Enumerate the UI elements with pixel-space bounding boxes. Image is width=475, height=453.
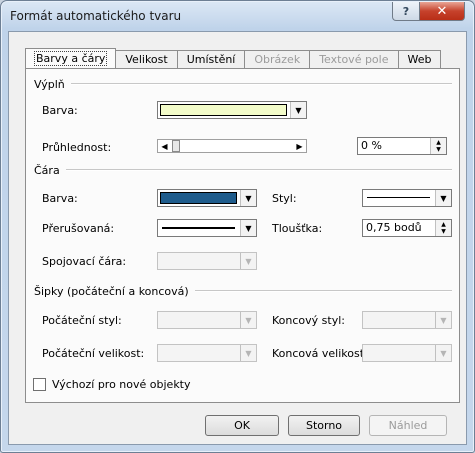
line-weight-value: 0,75 bodů (366, 221, 422, 234)
begin-size-label: Počáteční velikost: (42, 347, 145, 360)
arrow-right-icon[interactable]: ▶ (293, 140, 306, 152)
colors-lines-panel: Výplň Barva: ▼ Průhlednost: ◀ ▶ 0 % ▲ ▼ Č… (25, 68, 460, 403)
fill-color-dropdown[interactable]: ▼ (157, 101, 307, 119)
line-color-swatch (160, 192, 237, 204)
transparency-label: Průhlednost: (42, 141, 112, 154)
fill-section: Výplň (34, 77, 452, 91)
fill-color-label: Barva: (42, 104, 78, 117)
checkbox-label: Výchozí pro nové objekty (52, 378, 191, 391)
connector-dropdown: ▼ (157, 252, 257, 270)
tab-size[interactable]: Velikost (115, 50, 178, 68)
line-color-dropdown[interactable]: ▼ (157, 189, 257, 207)
divider (65, 169, 452, 171)
ok-button[interactable]: OK (205, 415, 279, 436)
tab-position[interactable]: Umístění (176, 50, 246, 68)
format-autoshape-dialog: Formát automatického tvaru ? ✕ Barvy a č… (0, 0, 475, 453)
line-weight-spinner[interactable]: 0,75 bodů ▲ ▼ (362, 219, 452, 237)
tab-label: Velikost (125, 53, 168, 66)
dialog-body: Barvy a čáry Velikost Umístění Obrázek T… (8, 31, 467, 445)
tab-label: Obrázek (254, 53, 301, 66)
default-for-new-objects-checkbox[interactable]: Výchozí pro nové objekty (33, 378, 191, 391)
preview-button: Náhled (369, 415, 447, 436)
chevron-down-icon[interactable]: ▼ (435, 190, 451, 206)
chevron-down-icon: ▼ (435, 312, 451, 328)
spin-buttons[interactable]: ▲ ▼ (430, 138, 446, 154)
chevron-down-icon: ▼ (435, 345, 451, 361)
begin-style-dropdown: ▼ (157, 311, 257, 329)
spin-up-icon[interactable]: ▲ (441, 221, 446, 228)
line-weight-label: Tloušťka: (272, 222, 323, 235)
chevron-down-icon: ▼ (240, 312, 256, 328)
close-button[interactable]: ✕ (419, 2, 465, 21)
divider (70, 83, 452, 85)
cancel-button[interactable]: Storno (288, 415, 360, 436)
arrow-left-icon[interactable]: ◀ (158, 140, 171, 152)
line-section: Čára (34, 163, 452, 177)
spin-down-icon[interactable]: ▼ (441, 228, 446, 235)
tab-label: Web (407, 53, 432, 66)
line-style-dropdown[interactable]: ▼ (362, 189, 452, 207)
begin-style-label: Počáteční styl: (42, 314, 122, 327)
transparency-value: 0 % (361, 139, 382, 152)
help-button[interactable]: ? (392, 2, 420, 21)
fill-color-swatch (160, 104, 287, 116)
tab-label: Barvy a čáry (33, 51, 108, 66)
slider-thumb[interactable] (172, 140, 180, 152)
spin-buttons[interactable]: ▲ ▼ (435, 220, 451, 236)
end-size-dropdown: ▼ (362, 344, 452, 362)
chevron-down-icon: ▼ (240, 253, 256, 269)
fill-section-label: Výplň (34, 77, 65, 91)
arrows-section-label: Šipky (počáteční a koncová) (34, 284, 189, 298)
tab-text-box: Textové pole (309, 50, 399, 68)
tab-strip: Barvy a čáry Velikost Umístění Obrázek T… (25, 48, 442, 68)
line-color-label: Barva: (42, 192, 78, 205)
chevron-down-icon[interactable]: ▼ (240, 190, 256, 206)
spin-down-icon[interactable]: ▼ (436, 146, 441, 153)
spin-up-icon[interactable]: ▲ (436, 139, 441, 146)
dash-style-sample (162, 227, 235, 229)
tab-label: Umístění (186, 53, 236, 66)
divider (194, 290, 452, 292)
dashed-label: Přerušovaná: (42, 222, 115, 235)
tab-colors-and-lines[interactable]: Barvy a čáry (25, 48, 117, 68)
transparency-spinner[interactable]: 0 % ▲ ▼ (357, 137, 447, 155)
title-bar[interactable]: Formát automatického tvaru ? ✕ (1, 1, 474, 31)
line-section-label: Čára (34, 163, 60, 177)
arrows-section: Šipky (počáteční a koncová) (34, 284, 452, 298)
connector-label: Spojovací čára: (42, 255, 127, 268)
end-size-label: Koncová velikost: (272, 347, 368, 360)
line-style-label: Styl: (272, 192, 297, 205)
chevron-down-icon: ▼ (240, 345, 256, 361)
line-style-sample (367, 197, 430, 198)
chevron-down-icon[interactable]: ▼ (290, 102, 306, 118)
chevron-down-icon[interactable]: ▼ (240, 220, 256, 236)
end-style-label: Koncový styl: (272, 314, 345, 327)
tab-label: Textové pole (319, 53, 389, 66)
begin-size-dropdown: ▼ (157, 344, 257, 362)
dialog-title: Formát automatického tvaru (10, 9, 182, 23)
transparency-slider[interactable]: ◀ ▶ (157, 139, 307, 153)
dashed-dropdown[interactable]: ▼ (157, 219, 257, 237)
tab-web[interactable]: Web (397, 50, 442, 68)
tab-picture: Obrázek (244, 50, 311, 68)
end-style-dropdown: ▼ (362, 311, 452, 329)
checkbox-box[interactable] (33, 378, 46, 391)
